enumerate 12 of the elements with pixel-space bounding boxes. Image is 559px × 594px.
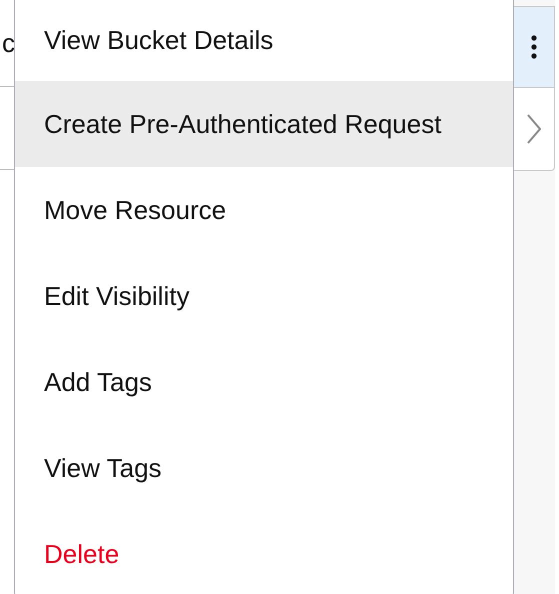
expand-button[interactable] <box>514 88 555 171</box>
row-text: c <box>2 28 15 58</box>
menu-item[interactable]: Create Pre-Authenticated Request <box>15 81 513 167</box>
menu-item[interactable]: View Bucket Details <box>15 0 513 81</box>
menu-item[interactable]: Edit Visibility <box>15 253 513 339</box>
menu-item[interactable]: Move Resource <box>15 167 513 253</box>
chevron-right-icon <box>527 114 541 144</box>
menu-item[interactable]: Add Tags <box>15 339 513 425</box>
more-icon <box>531 35 537 59</box>
menu-item[interactable]: Delete <box>15 511 513 594</box>
more-button[interactable] <box>514 6 555 88</box>
menu-item[interactable]: View Tags <box>15 425 513 511</box>
